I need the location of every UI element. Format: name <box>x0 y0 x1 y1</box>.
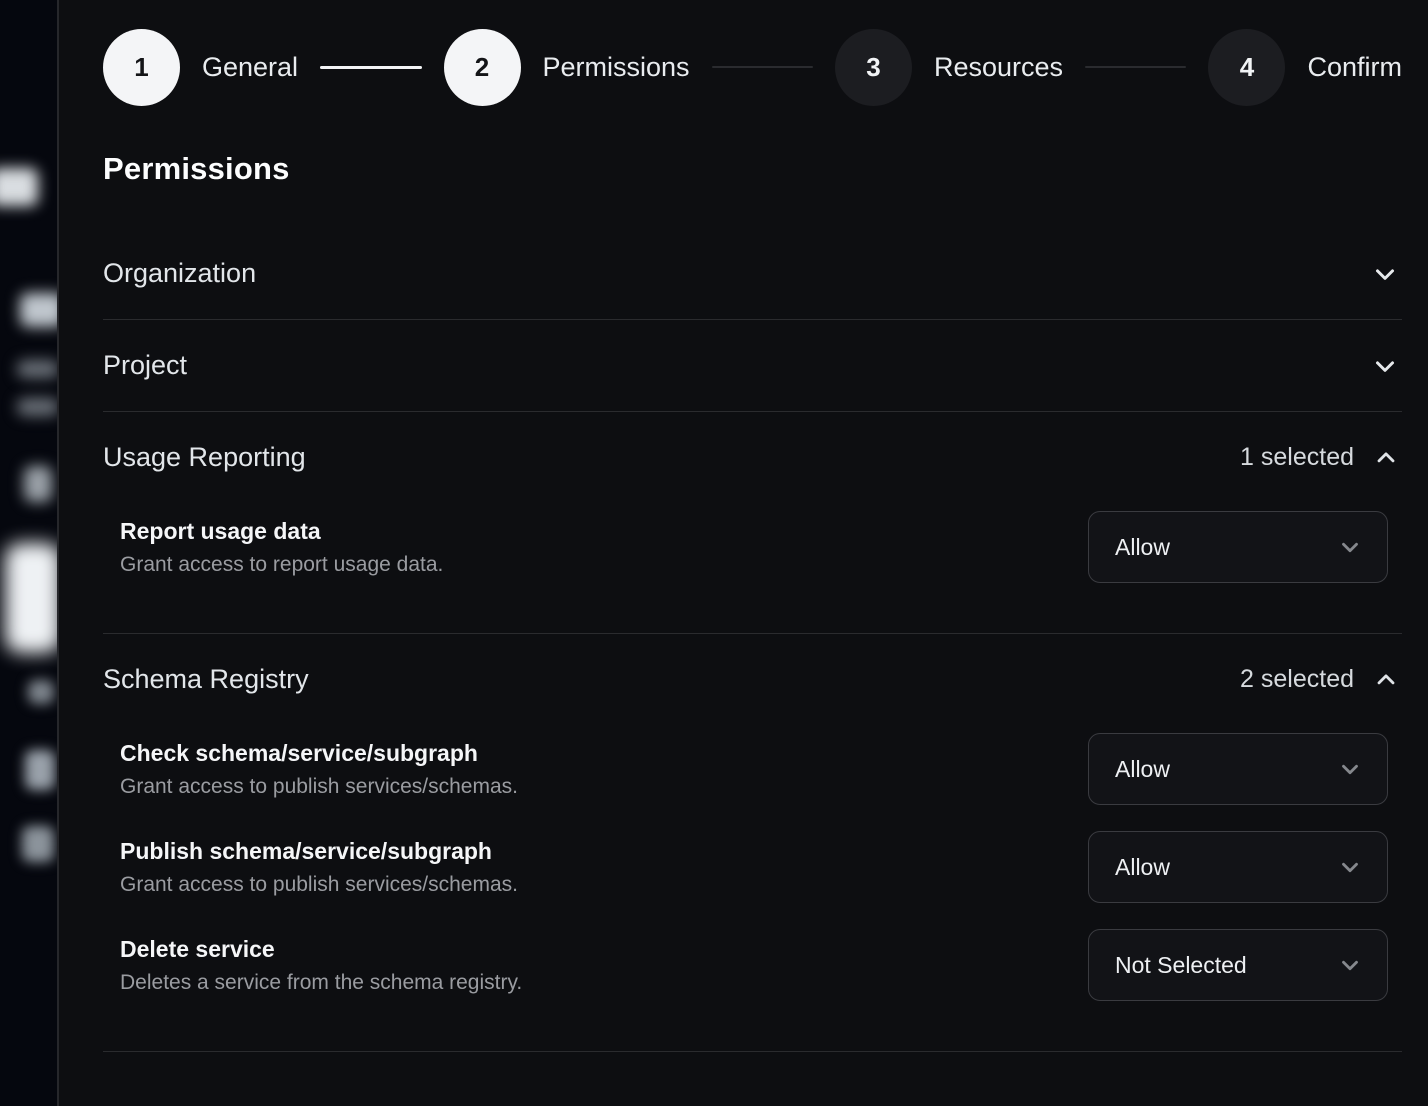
permission-title: Check schema/service/subgraph <box>120 739 518 768</box>
step-general[interactable]: 1 General <box>103 29 298 106</box>
section-meta: 1 selected <box>1240 443 1402 472</box>
chevron-down-icon <box>1337 534 1363 560</box>
permission-list: Report usage data Grant access to report… <box>103 503 1402 633</box>
permission-description: Grant access to publish services/schemas… <box>120 774 518 799</box>
sidebar-blurred-item <box>28 680 54 704</box>
step-number-circle: 1 <box>103 29 180 106</box>
permission-description: Deletes a service from the schema regist… <box>120 970 522 995</box>
permission-row-report-usage-data: Report usage data Grant access to report… <box>120 511 1402 583</box>
section-header-organization[interactable]: Organization <box>103 228 1402 319</box>
step-number-circle: 2 <box>444 29 521 106</box>
section-project: Project <box>103 320 1402 412</box>
permission-description: Grant access to publish services/schemas… <box>120 872 518 897</box>
section-title: Schema Registry <box>103 664 309 695</box>
sidebar-blurred-text <box>17 398 57 416</box>
chevron-down-icon <box>1337 756 1363 782</box>
page-title: Permissions <box>103 150 1402 188</box>
permission-select-delete-service[interactable]: Not Selected <box>1088 929 1388 1001</box>
permission-title: Publish schema/service/subgraph <box>120 837 518 866</box>
select-value: Not Selected <box>1115 952 1247 979</box>
selected-count-badge: 1 selected <box>1240 443 1354 472</box>
step-confirm[interactable]: 4 Confirm <box>1208 29 1402 106</box>
section-title: Organization <box>103 258 256 289</box>
sidebar-blurred-item <box>25 750 55 790</box>
section-usage-reporting: Usage Reporting 1 selected Report usage … <box>103 412 1402 634</box>
sidebar-blurred-icon <box>24 466 52 502</box>
sidebar-blurred-text <box>17 360 57 378</box>
section-header-project[interactable]: Project <box>103 320 1402 411</box>
section-meta: 2 selected <box>1240 665 1402 694</box>
chevron-down-icon <box>1370 259 1400 289</box>
section-title: Project <box>103 350 187 381</box>
section-organization: Organization <box>103 228 1402 320</box>
permission-select-report-usage-data[interactable]: Allow <box>1088 511 1388 583</box>
wizard-stepper: 1 General 2 Permissions 3 Resources 4 Co… <box>103 28 1402 106</box>
section-header-usage-reporting[interactable]: Usage Reporting 1 selected <box>103 412 1402 503</box>
section-meta <box>1370 259 1402 289</box>
section-header-schema-registry[interactable]: Schema Registry 2 selected <box>103 634 1402 725</box>
background-sidebar <box>0 0 57 1106</box>
sidebar-blurred-item <box>20 293 57 327</box>
permission-title: Report usage data <box>120 517 443 546</box>
section-schema-registry: Schema Registry 2 selected Check schema/… <box>103 634 1402 1052</box>
permission-text: Report usage data Grant access to report… <box>120 517 443 578</box>
chevron-down-icon <box>1370 351 1400 381</box>
permission-text: Delete service Deletes a service from th… <box>120 935 522 996</box>
permission-list: Check schema/service/subgraph Grant acce… <box>103 725 1402 1051</box>
step-label: General <box>202 52 298 83</box>
modal-content: 1 General 2 Permissions 3 Resources 4 Co… <box>59 0 1428 1052</box>
chevron-down-icon <box>1337 952 1363 978</box>
permission-text: Publish schema/service/subgraph Grant ac… <box>120 837 518 898</box>
permission-text: Check schema/service/subgraph Grant acce… <box>120 739 518 800</box>
permission-select-publish-schema[interactable]: Allow <box>1088 831 1388 903</box>
chevron-up-icon <box>1372 444 1400 472</box>
step-connector <box>712 66 813 68</box>
select-value: Allow <box>1115 756 1170 783</box>
permission-title: Delete service <box>120 935 522 964</box>
chevron-down-icon <box>1337 854 1363 880</box>
permission-description: Grant access to report usage data. <box>120 552 443 577</box>
step-connector <box>1085 66 1186 68</box>
step-permissions[interactable]: 2 Permissions <box>444 29 690 106</box>
select-value: Allow <box>1115 534 1170 561</box>
permission-row-check-schema: Check schema/service/subgraph Grant acce… <box>120 733 1402 805</box>
sidebar-blurred-active-item <box>5 543 57 653</box>
step-number-circle: 3 <box>835 29 912 106</box>
chevron-up-icon <box>1372 666 1400 694</box>
sidebar-blurred-item <box>22 826 54 862</box>
sidebar-blurred-logo <box>0 168 38 206</box>
step-label: Permissions <box>543 52 690 83</box>
permission-select-check-schema[interactable]: Allow <box>1088 733 1388 805</box>
section-title: Usage Reporting <box>103 442 306 473</box>
step-number-circle: 4 <box>1208 29 1285 106</box>
permission-row-publish-schema: Publish schema/service/subgraph Grant ac… <box>120 831 1402 903</box>
step-connector <box>320 66 421 69</box>
section-meta <box>1370 351 1402 381</box>
step-label: Confirm <box>1307 52 1402 83</box>
permission-row-delete-service: Delete service Deletes a service from th… <box>120 929 1402 1001</box>
step-label: Resources <box>934 52 1063 83</box>
step-resources[interactable]: 3 Resources <box>835 29 1063 106</box>
selected-count-badge: 2 selected <box>1240 665 1354 694</box>
create-graph-wizard-modal: 1 General 2 Permissions 3 Resources 4 Co… <box>57 0 1428 1106</box>
select-value: Allow <box>1115 854 1170 881</box>
